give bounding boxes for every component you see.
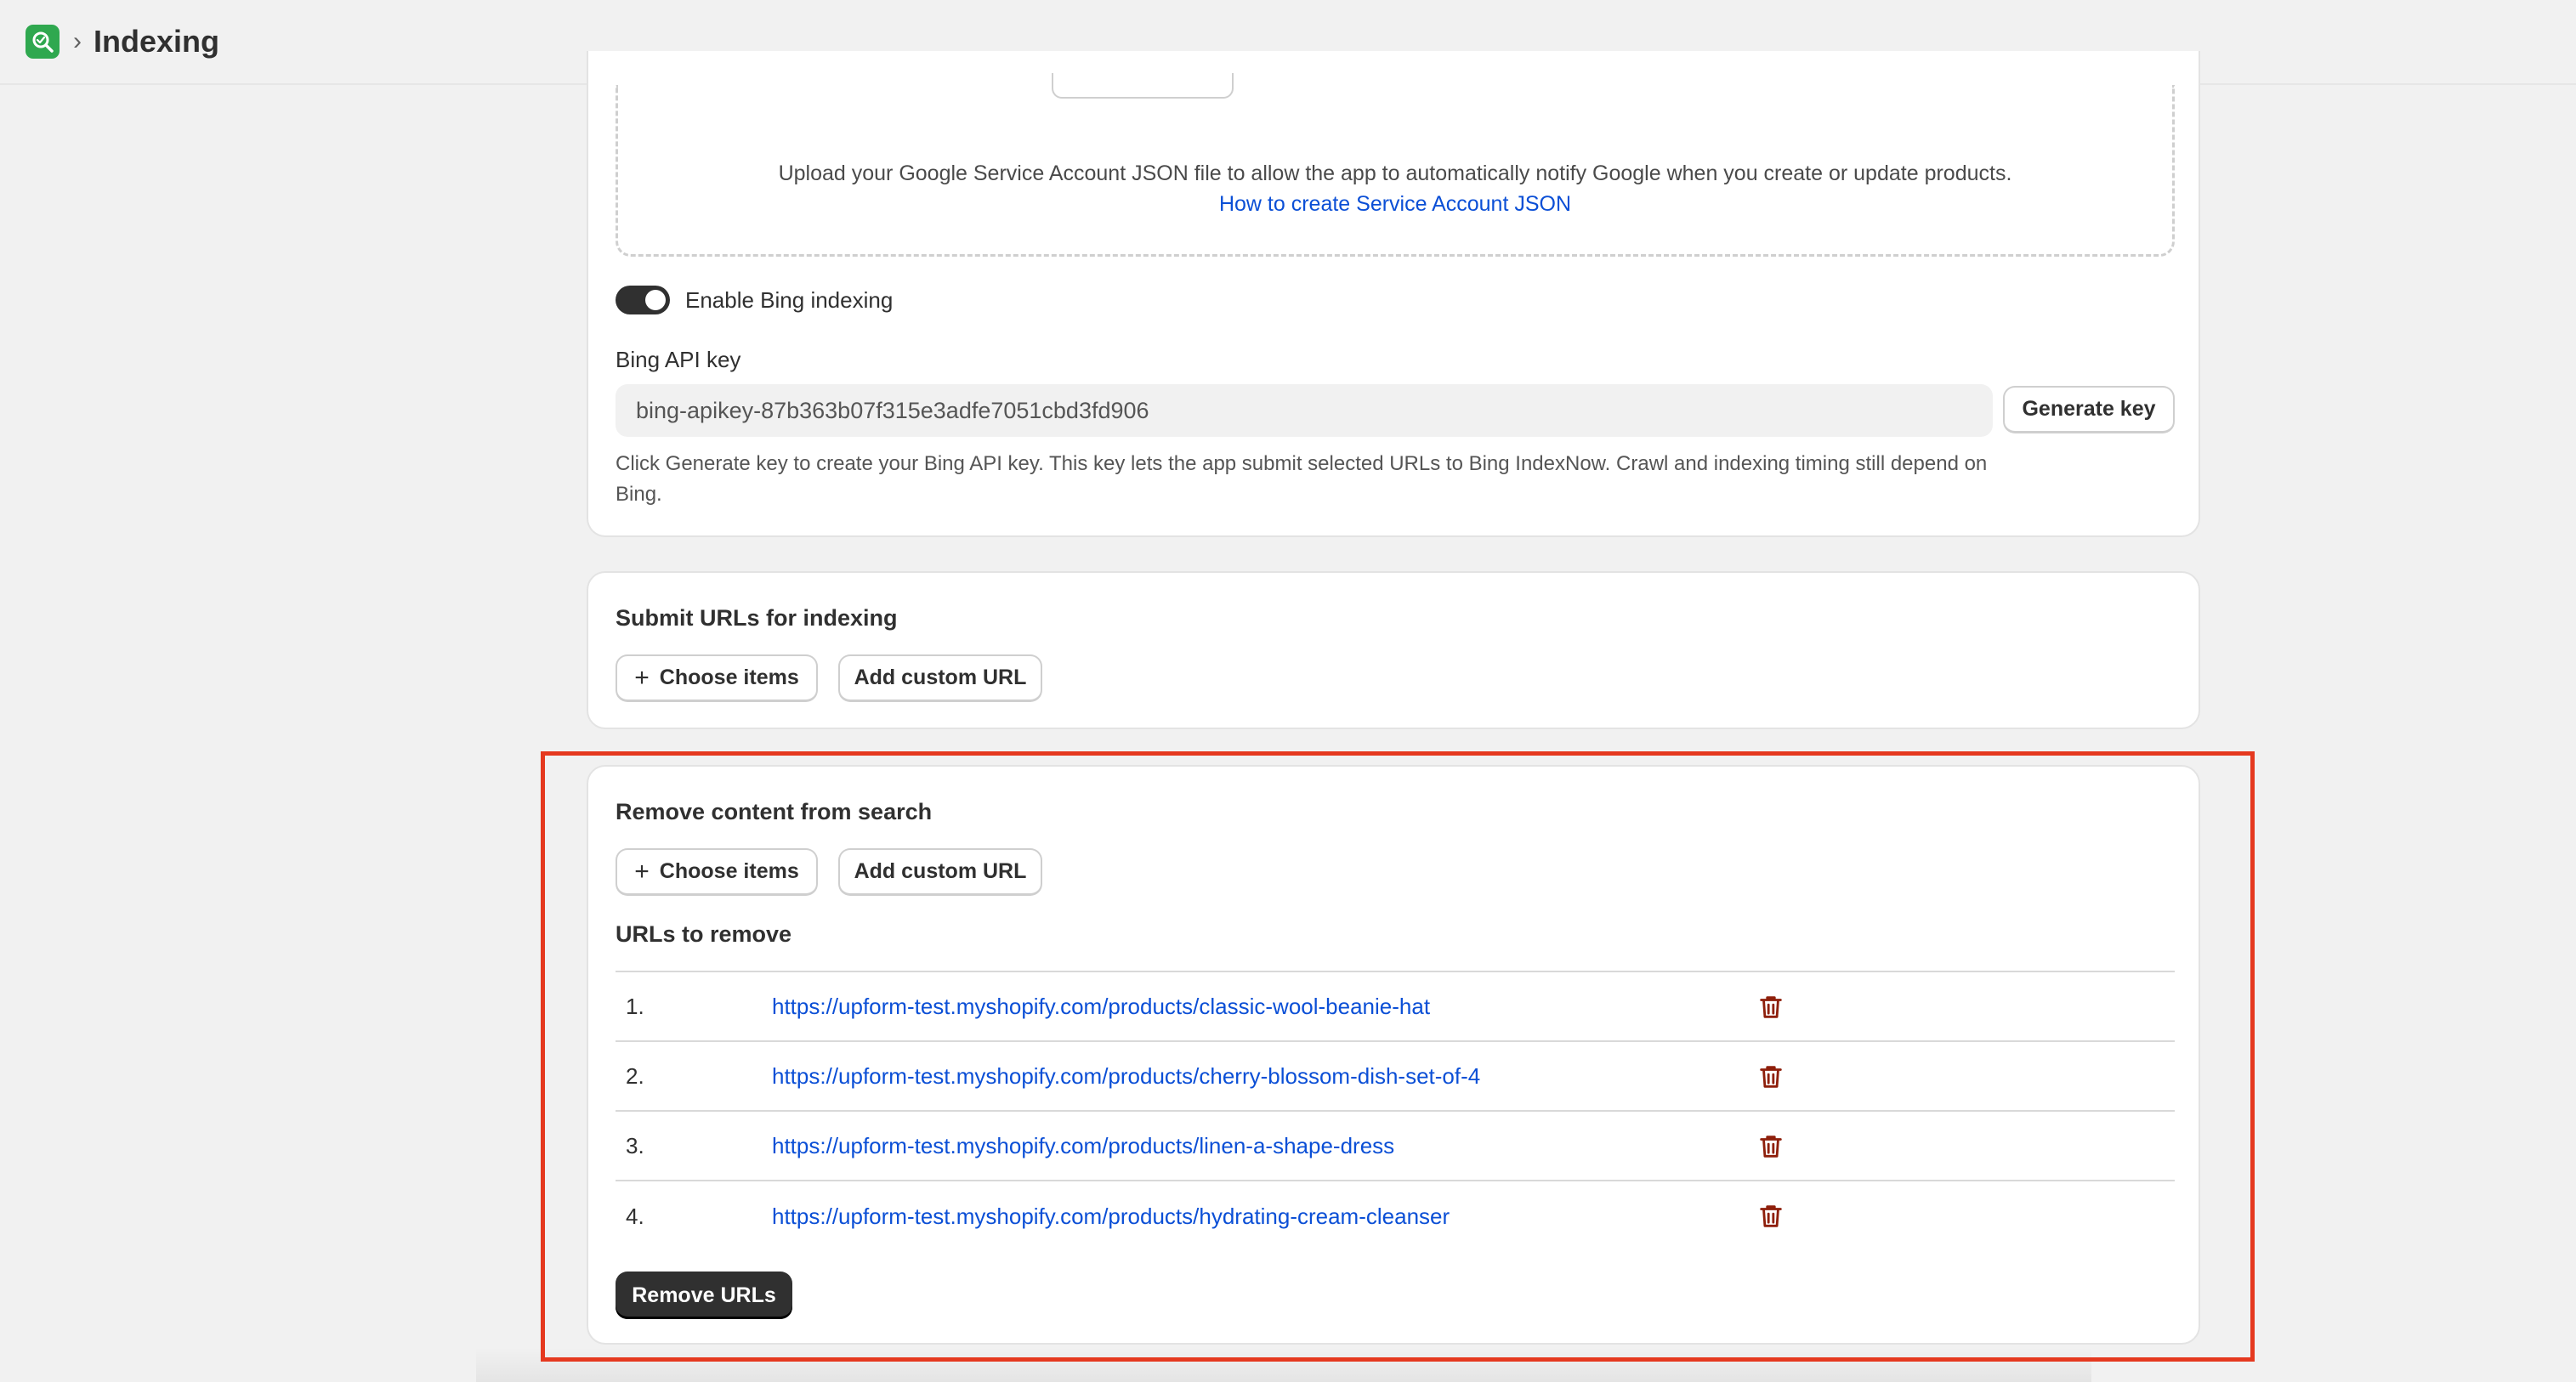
trash-icon[interactable] [1756, 993, 1785, 1022]
trash-icon[interactable] [1756, 1202, 1785, 1231]
submit-add-custom-url-button[interactable]: Add custom URL [838, 654, 1042, 702]
remove-content-title: Remove content from search [616, 799, 933, 824]
plus-icon: + [634, 857, 650, 886]
url-link[interactable]: https://upform-test.myshopify.com/produc… [772, 1063, 1480, 1090]
bing-api-key-input[interactable] [616, 384, 1993, 437]
bing-toggle-label: Enable Bing indexing [685, 286, 894, 313]
remove-choose-items-button[interactable]: + Choose items [616, 848, 818, 896]
table-row: 3. https://upform-test.myshopify.com/pro… [616, 1112, 2175, 1181]
upload-instructions: Upload your Google Service Account JSON … [778, 161, 2012, 185]
url-link[interactable]: https://upform-test.myshopify.com/produc… [772, 1204, 1450, 1230]
bing-api-key-label: Bing API key [616, 347, 741, 372]
bing-toggle-row: Enable Bing indexing [616, 286, 893, 314]
row-number: 2. [626, 1062, 644, 1089]
generate-key-button[interactable]: Generate key [2003, 386, 2175, 433]
service-account-help-link[interactable]: How to create Service Account JSON [618, 192, 2172, 217]
urls-to-remove-heading: URLs to remove [616, 921, 792, 947]
row-number: 1. [626, 993, 644, 1019]
url-link[interactable]: https://upform-test.myshopify.com/produc… [772, 994, 1430, 1020]
breadcrumb-chevron-icon: › [73, 27, 82, 55]
submit-choose-items-button[interactable]: + Choose items [616, 654, 818, 702]
table-row: 4. https://upform-test.myshopify.com/pro… [616, 1181, 2175, 1251]
table-row: 1. https://upform-test.myshopify.com/pro… [616, 972, 2175, 1042]
url-link[interactable]: https://upform-test.myshopify.com/produc… [772, 1133, 1394, 1159]
row-number: 3. [626, 1132, 644, 1158]
upload-file-button[interactable] [1052, 73, 1234, 99]
trash-icon[interactable] [1756, 1062, 1785, 1091]
row-number: 4. [626, 1203, 644, 1229]
submit-urls-card: Submit URLs for indexing + Choose items … [587, 571, 2200, 729]
json-upload-dropzone[interactable]: Upload your Google Service Account JSON … [616, 73, 2175, 257]
page-title: Indexing [94, 24, 220, 59]
choose-items-label: Choose items [659, 859, 799, 883]
trash-icon[interactable] [1756, 1132, 1785, 1161]
remove-content-card: Remove content from search + Choose item… [587, 765, 2200, 1345]
remove-urls-button[interactable]: Remove URLs [616, 1272, 792, 1319]
bottom-shadow [476, 1348, 2091, 1382]
bing-indexing-toggle[interactable] [616, 286, 670, 314]
indexing-settings-card: Upload your Google Service Account JSON … [587, 51, 2200, 537]
choose-items-label: Choose items [659, 666, 799, 689]
bing-api-key-help-text: Click Generate key to create your Bing A… [616, 452, 1988, 506]
table-row: 2. https://upform-test.myshopify.com/pro… [616, 1042, 2175, 1112]
plus-icon: + [634, 663, 650, 692]
submit-urls-title: Submit URLs for indexing [616, 605, 898, 631]
remove-add-custom-url-button[interactable]: Add custom URL [838, 848, 1042, 896]
app-logo-icon[interactable] [26, 25, 60, 59]
toggle-knob [645, 290, 666, 310]
urls-to-remove-list: 1. https://upform-test.myshopify.com/pro… [616, 971, 2175, 1251]
